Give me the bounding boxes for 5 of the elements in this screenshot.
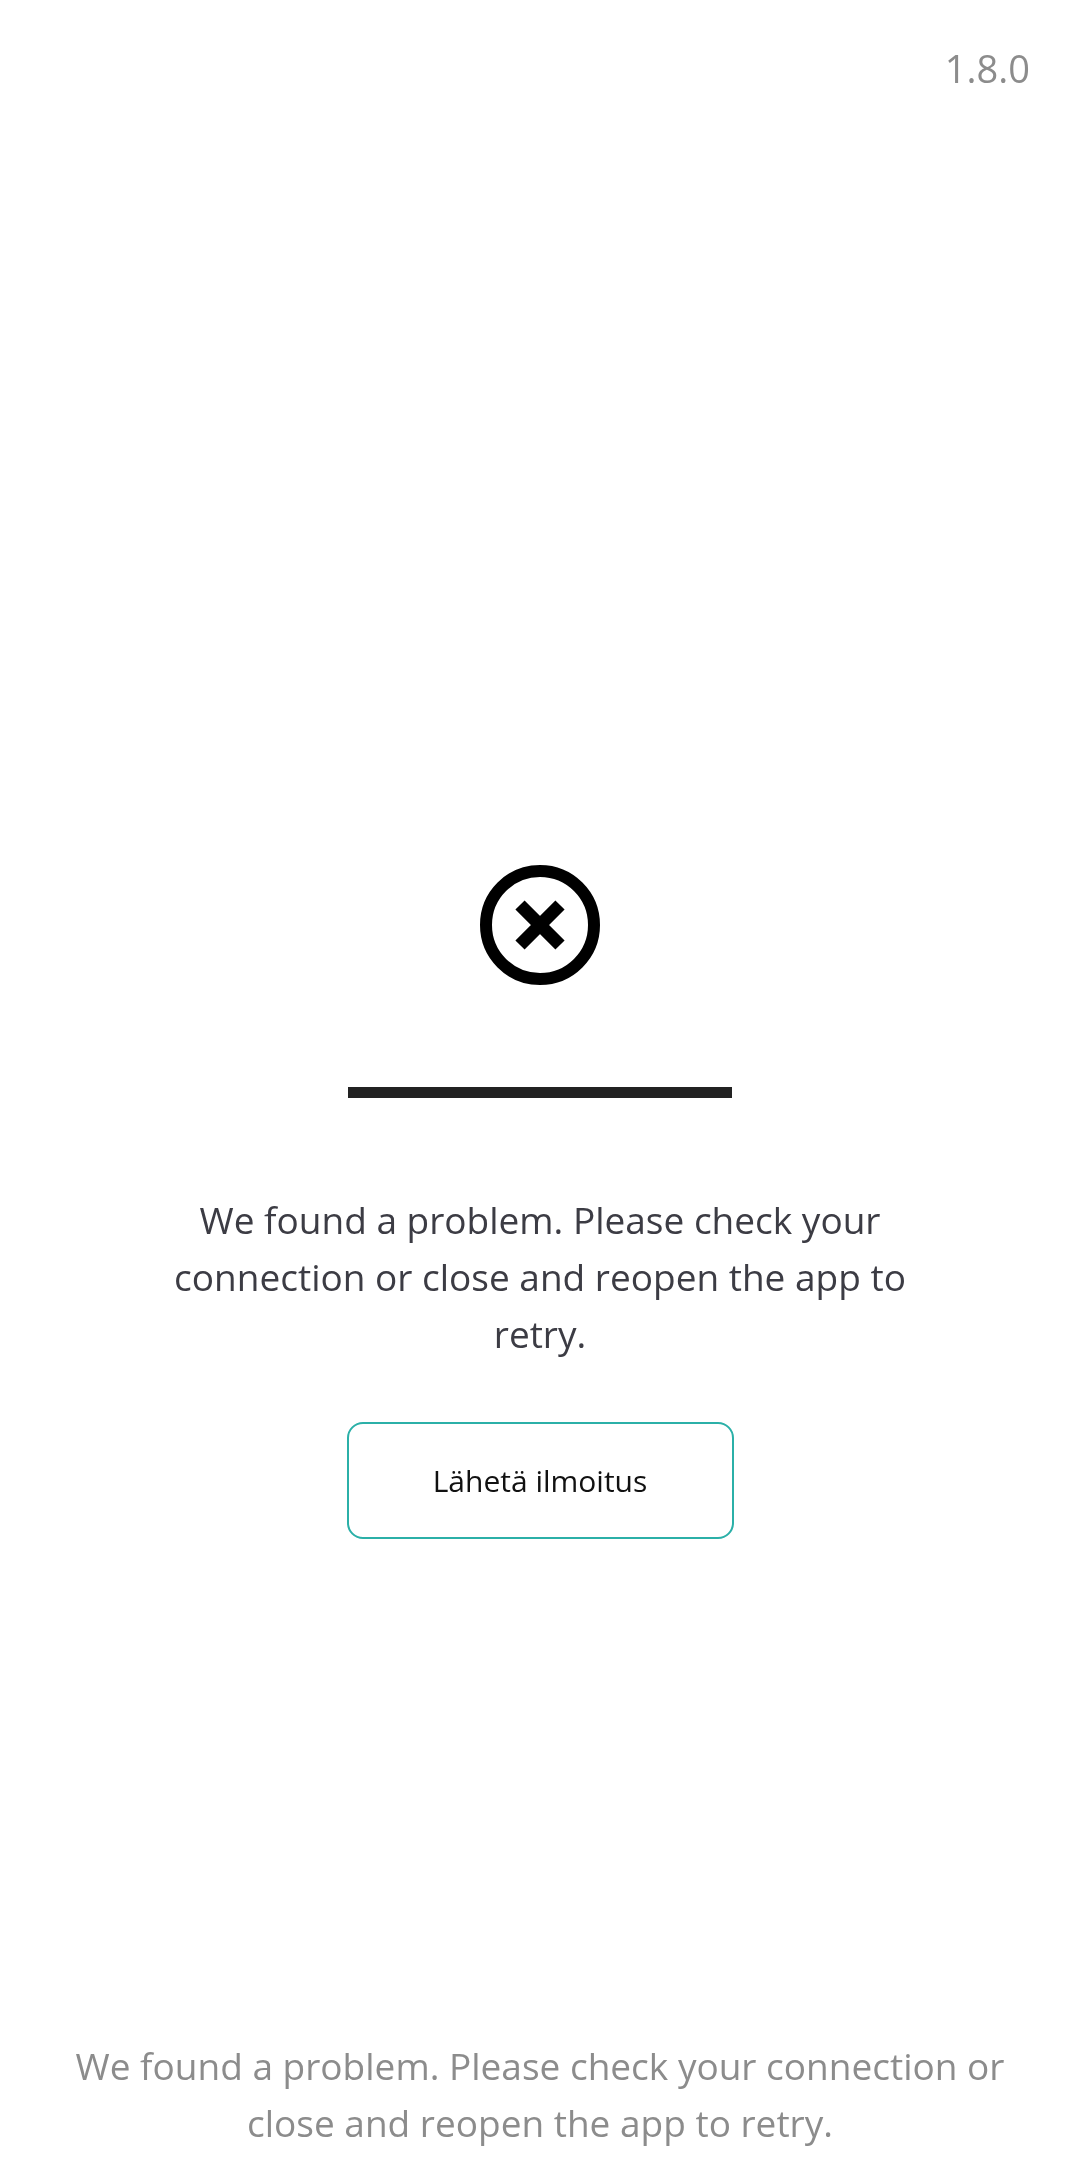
send-report-button[interactable]: Lähetä ilmoitus bbox=[346, 1422, 734, 1539]
footer-message: We found a problem. Please check your connection or close and reopen the app to retry. bbox=[74, 2039, 1006, 2150]
close-icon bbox=[480, 865, 600, 985]
version-label: 1.8.0 bbox=[944, 41, 1030, 96]
error-message: We found a problem. Please check your connection or close and reopen the app to retry. bbox=[173, 1193, 907, 1361]
